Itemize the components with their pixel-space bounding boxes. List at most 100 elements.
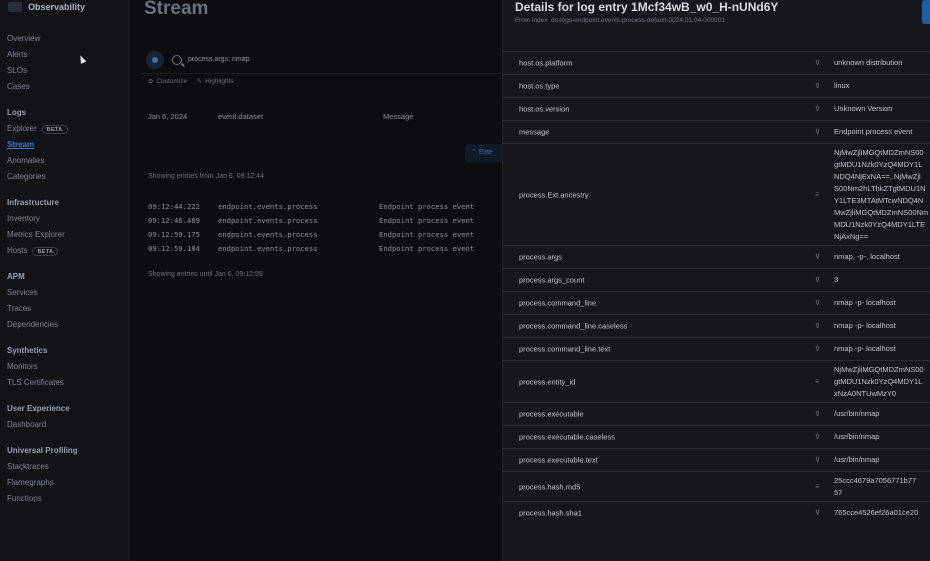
sidebar-item-hosts[interactable]: Hosts BETA (7, 243, 127, 259)
sidebar-item-overview[interactable]: Overview (7, 31, 127, 47)
app-title: Observability (28, 2, 86, 12)
filter-action-icon[interactable]: ≡ (815, 378, 819, 385)
filter-action-icon[interactable]: ⊽ (815, 322, 820, 330)
filter-action-icon[interactable]: ⊽ (815, 82, 820, 90)
field-name: process.executable (519, 409, 584, 419)
field-row: process.executable.caseless ⊽ /usr/bin/nma… (503, 425, 930, 448)
settings-icon: ⚙ (148, 79, 154, 85)
field-name: process.command_line.text (519, 344, 611, 354)
field-value-line: Y1LTE3MTAtMTcwNDQ4N (834, 195, 924, 205)
sidebar-item-services[interactable]: Services (7, 285, 127, 301)
field-row: process.hash.sha1 ⊽ 765cce4526ef26a01ce20 (503, 501, 930, 524)
sidebar-item-inventory[interactable]: Inventory (7, 211, 127, 227)
field-value: nmap, -p-, localhost (834, 251, 900, 263)
field-value: nmap -p- localhost (834, 297, 896, 309)
field-name: process.command_line (519, 298, 597, 308)
sidebar-item-label: Stacktraces (7, 462, 49, 471)
filter-options-icon[interactable] (146, 50, 164, 69)
filter-action-icon[interactable]: ⊽ (815, 276, 820, 284)
filter-action-icon[interactable]: ⊽ (815, 456, 820, 464)
field-name: process.Ext.ancestry (519, 190, 589, 199)
field-row: host.os.type ⊽ linux (503, 74, 930, 97)
column-dataset: event.dataset (218, 112, 264, 121)
highlights-button[interactable]: ✎ Highlights (197, 78, 234, 85)
filter-action-icon[interactable]: ≡ (815, 191, 819, 198)
sidebar-item-anomalies[interactable]: Anomalies (7, 153, 127, 169)
field-name: process.executable.text (519, 455, 598, 465)
field-row: process.command_line ⊽ nmap -p- localhost (503, 291, 930, 314)
column-date: Jan 6, 2024 (148, 112, 188, 121)
sidebar-item-functions[interactable]: Functions (7, 491, 127, 507)
log-dataset: endpoint.events.process (218, 230, 318, 239)
field-name: message (519, 127, 550, 137)
flyout-close-button[interactable] (922, 0, 930, 24)
brand: Observability (8, 2, 85, 12)
sidebar-item-explorer[interactable]: Explorer BETA (7, 121, 127, 137)
sidebar-item-traces[interactable]: Traces (7, 301, 127, 317)
extend-button[interactable]: ⌃ Exte (465, 144, 505, 162)
sidebar-item-monitors[interactable]: Monitors (7, 359, 127, 375)
filter-action-icon[interactable]: ⊽ (815, 345, 820, 353)
customize-button[interactable]: ⚙ Customize (148, 78, 187, 85)
sidebar-item-label: TLS Certificates (7, 378, 64, 387)
log-row[interactable]: 09:12:59.184 endpoint.events.process Endpo… (148, 244, 508, 256)
field-row: process.Ext.ancestry ≡ NjMwZjliMGQtMDZmNS0… (503, 143, 930, 245)
filter-action-icon[interactable]: ≡ (815, 483, 819, 490)
observability-logo-icon (8, 2, 22, 12)
log-time: 09:12:44.222 (148, 202, 200, 211)
filter-action-icon[interactable]: ⊽ (815, 433, 820, 441)
filter-action-icon[interactable]: ⊽ (815, 128, 820, 136)
log-row[interactable]: 09:12:46.489 endpoint.events.process Endpo… (148, 216, 508, 228)
log-row[interactable]: 09:12:59.175 endpoint.events.process Endpo… (148, 230, 508, 242)
sidebar-item-slos[interactable]: SLOs (7, 63, 127, 79)
sidebar-item-label: Traces (7, 304, 32, 313)
field-value-line: /usr/bin/nmap (834, 455, 880, 464)
nav-group-title: Synthetics (7, 346, 48, 355)
sidebar-item-stream[interactable]: Stream (7, 137, 127, 153)
field-row: process.command_line.text ⊽ nmap -p- local… (503, 337, 930, 360)
filter-action-icon[interactable]: ⊽ (815, 410, 820, 418)
sidebar-item-label: Alerts (7, 50, 28, 59)
stream-main: Stream process.args: nmap ⚙ Customize ✎ Hi… (130, 0, 505, 561)
nav-group-title: Universal Profiling (7, 446, 78, 455)
log-dataset: endpoint.events.process (218, 244, 318, 253)
sidebar-item-label: Categories (7, 172, 46, 181)
field-name: process.args (519, 252, 562, 262)
sidebar-nav: Overview Alerts SLOs Cases Logs Explorer BETA S… (7, 31, 127, 507)
search-input[interactable]: process.args: nmap (188, 56, 249, 63)
sidebar-item-dashboard[interactable]: Dashboard (7, 417, 127, 433)
field-value-line: nmap, -p-, localhost (834, 252, 900, 261)
field-row: host.os.version ⊽ Unknown Version (503, 97, 930, 120)
sidebar-item-categories[interactable]: Categories (7, 169, 127, 185)
highlight-icon: ✎ (197, 79, 203, 85)
sidebar-item-label: Inventory (7, 214, 40, 223)
sidebar-item-label: Anomalies (7, 156, 45, 165)
filter-action-icon[interactable]: ⊽ (815, 105, 820, 113)
sidebar-item-metrics-explorer[interactable]: Metrics Explorer (7, 227, 127, 243)
field-value-line: Unknown Version (834, 104, 893, 113)
sidebar-item-alerts[interactable]: Alerts (7, 47, 127, 63)
filter-action-icon[interactable]: ⊽ (815, 253, 820, 261)
field-value-line: gtMDU1Nzk0YzQ4MDY1L (834, 159, 923, 169)
log-row[interactable]: 09:12:44.222 endpoint.events.process Endpo… (148, 202, 508, 214)
field-value-line: Endpoint process event (834, 127, 913, 136)
sidebar-item-cases[interactable]: Cases (7, 79, 127, 95)
sidebar-item-label: Metrics Explorer (7, 230, 65, 239)
query-bar[interactable]: process.args: nmap (142, 46, 502, 74)
sidebar-item-flamegraphs[interactable]: Flamegraphs (7, 475, 127, 491)
filter-action-icon[interactable]: ⊽ (815, 299, 820, 307)
filter-action-icon[interactable]: ⊽ (815, 509, 820, 517)
sidebar-item-dependencies[interactable]: Dependencies (7, 317, 127, 333)
sidebar-item-stacktraces[interactable]: Stacktraces (7, 459, 127, 475)
nav-group-title: APM (7, 272, 25, 281)
nav-group-title: User Experience (7, 404, 70, 413)
sidebar-item-tls-certificates[interactable]: TLS Certificates (7, 375, 127, 391)
field-name: process.args_count (519, 275, 585, 285)
field-value-line: 765cce4526ef26a01ce20 (834, 508, 919, 517)
field-row: process.args_count ⊽ 3 (503, 268, 930, 291)
customize-label: Customize (156, 78, 188, 85)
field-value-line: NjMwZjliMGQtMDZmNS00 (834, 364, 924, 374)
filter-action-icon[interactable]: ⊽ (815, 59, 820, 67)
column-headers: Jan 6, 2024 event.dataset Message (148, 112, 498, 124)
log-time: 09:12:59.175 (148, 230, 200, 239)
